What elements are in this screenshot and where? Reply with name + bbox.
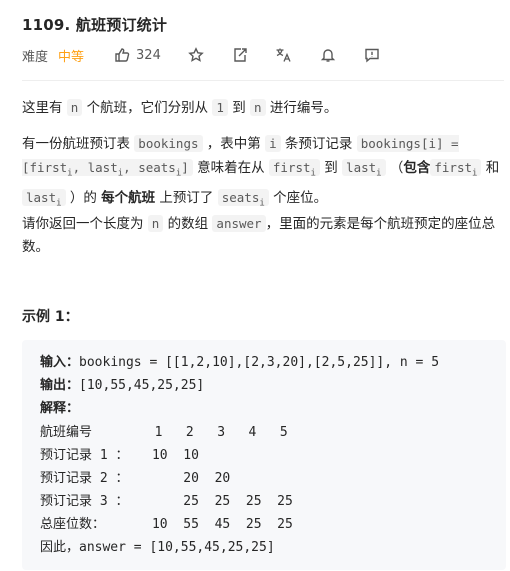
- output-value: [10,55,45,25,25]: [79, 378, 205, 393]
- text: 有一份航班预订表: [22, 136, 135, 152]
- subscript: i: [472, 168, 478, 179]
- text: 和: [481, 160, 500, 176]
- code-text: seats: [221, 189, 260, 205]
- difficulty-badge: 中等: [58, 49, 85, 65]
- text: 个航班，它们分别从: [82, 100, 213, 116]
- star-icon: [188, 47, 204, 62]
- thumbs-up-icon: [115, 48, 130, 62]
- example-input-line: 输入：bookings = [[1,2,10],[2,3,20],[2,5,25…: [40, 352, 439, 374]
- inline-code: firsti: [430, 159, 482, 179]
- inline-code: i: [265, 135, 281, 152]
- text: 这里有: [22, 100, 67, 116]
- notify-button[interactable]: [319, 46, 337, 64]
- explain-label: 解释：: [40, 401, 80, 416]
- inline-code: answer: [212, 215, 266, 232]
- subscript: i: [259, 198, 265, 208]
- code-text: , last: [72, 160, 118, 175]
- problem-meta-bar: 难度 中等 324: [22, 44, 492, 66]
- like-count: 324: [136, 47, 161, 63]
- share-button[interactable]: [231, 46, 249, 64]
- inline-code: lasti: [22, 188, 66, 208]
- bold-text: 包含: [403, 160, 431, 176]
- translate-button[interactable]: [275, 46, 293, 64]
- input-value: bookings = [[1,2,10],[2,3,20],[2,5,25]],…: [79, 355, 440, 370]
- difficulty-label: 难度: [22, 49, 49, 65]
- code-text: first: [272, 160, 311, 175]
- inline-code: seatsi: [217, 188, 269, 208]
- code-text: first: [434, 160, 473, 175]
- inline-code: 1: [212, 99, 228, 116]
- bold-text: 每个航班: [101, 189, 156, 206]
- explain-row: 预订记录 2 ： 20 20: [40, 471, 231, 486]
- explain-row: 因此，answer = [10,55,45,25,25]: [40, 540, 275, 555]
- problem-title: 1109. 航班预订统计: [22, 16, 168, 34]
- subscript: i: [310, 168, 316, 179]
- text: 条预订记录: [280, 136, 357, 152]
- code-text: last: [26, 189, 57, 205]
- inline-code: n: [66, 99, 83, 116]
- explain-row: 预订记录 1 ： 10 10: [40, 448, 199, 463]
- translate-icon: [276, 48, 291, 62]
- text: 的数组: [163, 216, 213, 232]
- description-paragraph-2: 有一份航班预订表 bookings ，表中第 i 条预订记录 bookings[…: [22, 132, 506, 215]
- input-label: 输入：: [40, 355, 80, 370]
- feedback-button[interactable]: [363, 46, 381, 64]
- description-paragraph-3: 请你返回一个长度为 n 的数组 answer ，里面的元素是每个航班预定的座位总数…: [22, 212, 506, 259]
- bell-icon: [320, 49, 336, 62]
- feedback-icon: [365, 48, 379, 63]
- explain-row: 预订记录 3 ： 25 25 25 25: [40, 494, 293, 509]
- inline-code: n: [250, 99, 266, 116]
- text: （: [385, 160, 404, 176]
- favorite-button[interactable]: [187, 46, 205, 64]
- example-output-line: 输出：[10,55,45,25,25]: [40, 375, 204, 397]
- share-icon: [234, 48, 247, 62]
- inline-code: bookings: [134, 135, 203, 152]
- header-divider: [22, 80, 504, 81]
- code-text: ]: [181, 160, 189, 175]
- example-title: 示例 1：: [22, 309, 79, 325]
- text: 到: [319, 160, 343, 176]
- code-text: last: [346, 160, 377, 175]
- text: 意味着在从: [192, 160, 269, 176]
- description-paragraph-1: 这里有 n 个航班，它们分别从 1 到 n 进行编号。: [22, 96, 506, 120]
- like-button[interactable]: 324: [114, 47, 161, 63]
- example-explain-line: 解释：: [40, 398, 79, 420]
- text: ）的: [65, 189, 102, 206]
- inline-code: firsti: [268, 159, 320, 179]
- text: 上预订了: [155, 189, 218, 206]
- code-text: , seats: [123, 160, 176, 175]
- output-label: 输出：: [40, 378, 80, 393]
- text: 请你返回一个长度为: [22, 216, 148, 232]
- text: 个座位。: [268, 189, 328, 206]
- explain-row: 总座位数： 10 55 45 25 25: [40, 517, 293, 532]
- subscript: i: [56, 198, 62, 208]
- inline-code: lasti: [342, 159, 386, 179]
- text: 到: [227, 100, 251, 116]
- subscript: i: [376, 168, 382, 179]
- inline-code: n: [147, 215, 164, 232]
- explain-row: 航班编号 1 2 3 4 5: [40, 425, 288, 440]
- text: ，表中第: [202, 136, 266, 152]
- text: 进行编号。: [265, 100, 338, 116]
- example-block: 输入：bookings = [[1,2,10],[2,3,20],[2,5,25…: [22, 340, 506, 570]
